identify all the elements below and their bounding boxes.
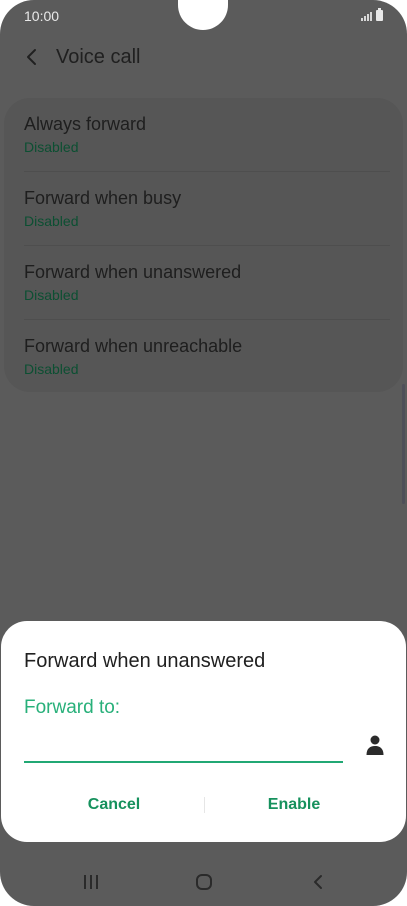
list-item-title: Forward when unreachable (24, 336, 243, 356)
contacts-button[interactable] (362, 732, 388, 758)
back-icon (314, 875, 322, 889)
status-icons (361, 8, 383, 21)
phone-screen: 10:00 Voice call Always forward Disabled (0, 0, 407, 906)
status-time: 10:00 (24, 8, 60, 24)
forwarding-options-list: Always forward Disabled Forward when bus… (4, 98, 403, 392)
home-icon (196, 874, 212, 890)
list-item-forward-when-unanswered[interactable]: Forward when unanswered Disabled (24, 246, 392, 320)
list-item-always-forward[interactable]: Always forward Disabled (24, 98, 392, 172)
enable-button[interactable]: Enable (204, 789, 384, 821)
nav-back-button[interactable] (296, 868, 340, 896)
list-item-title: Forward when unanswered (24, 262, 242, 282)
list-item-title: Forward when busy (24, 188, 182, 208)
list-item-forward-when-busy[interactable]: Forward when busy Disabled (24, 172, 392, 246)
home-button[interactable] (182, 868, 226, 896)
signal-icon (361, 10, 372, 21)
list-item-status: Disabled (24, 139, 79, 155)
person-icon (366, 735, 384, 755)
battery-icon (376, 8, 383, 21)
dialog-title: Forward when unanswered (24, 650, 266, 672)
list-item-forward-when-unreachable[interactable]: Forward when unreachable Disabled (24, 320, 392, 394)
recent-apps-icon (84, 875, 98, 889)
navigation-bar (0, 858, 407, 906)
forward-number-input[interactable] (24, 729, 343, 763)
list-item-title: Always forward (24, 114, 147, 134)
recent-apps-button[interactable] (69, 868, 113, 896)
list-item-status: Disabled (24, 213, 79, 229)
list-item-status: Disabled (24, 361, 79, 377)
cancel-button[interactable]: Cancel (24, 789, 204, 821)
forward-dialog: Forward when unanswered Forward to: Canc… (1, 621, 406, 842)
forward-to-label: Forward to: (24, 697, 121, 718)
scrollbar[interactable] (402, 384, 405, 504)
page-title: Voice call (56, 46, 141, 68)
list-item-status: Disabled (24, 287, 79, 303)
back-button[interactable] (18, 43, 46, 71)
app-bar: Voice call (0, 38, 407, 78)
chevron-left-icon (27, 49, 36, 65)
